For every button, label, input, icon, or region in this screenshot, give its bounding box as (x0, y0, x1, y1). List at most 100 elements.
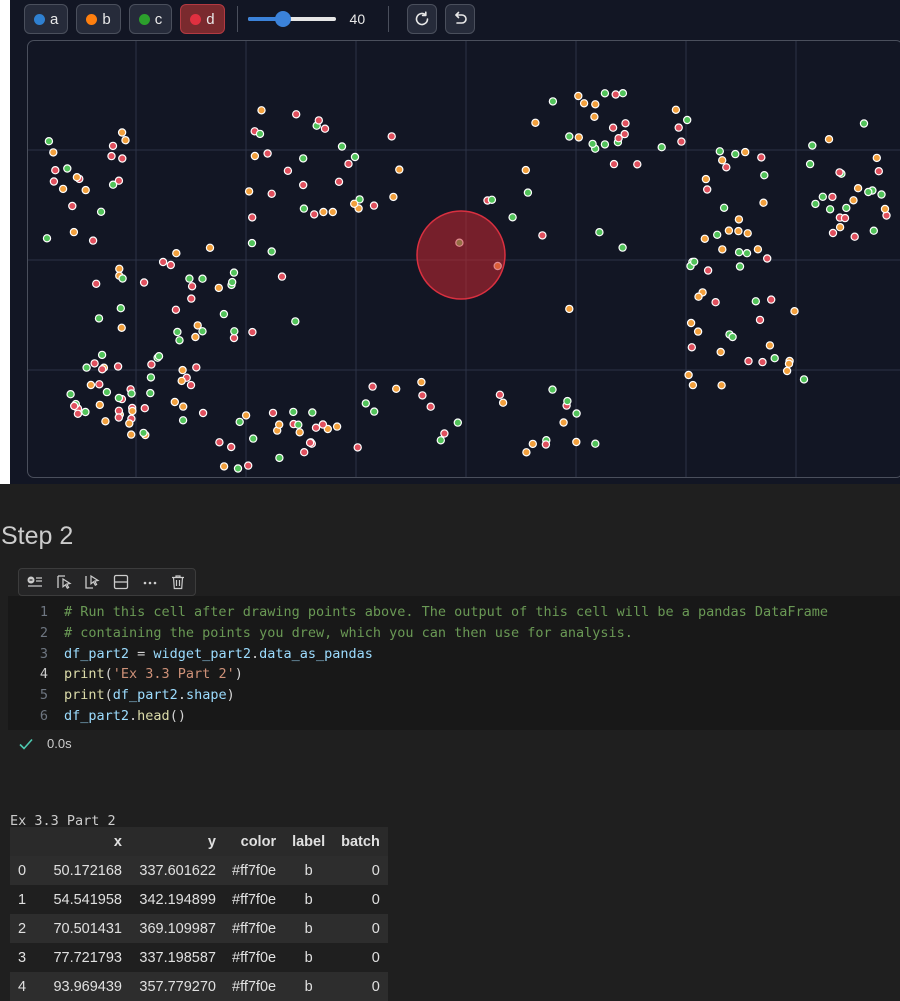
scatter-point (300, 448, 309, 457)
table-cell: 3 (18, 949, 27, 966)
scatter-point (175, 336, 184, 345)
run-by-line-icon[interactable] (23, 571, 47, 593)
scatter-point (522, 448, 531, 457)
execute-below-icon[interactable] (80, 571, 104, 593)
scatter-point (214, 283, 223, 293)
scatter-point (117, 323, 126, 332)
scatter-point (299, 180, 308, 190)
scatter-point (248, 434, 258, 443)
drawing-canvas[interactable] (27, 40, 900, 478)
split-cell-icon[interactable] (109, 571, 133, 593)
scatter-point (229, 268, 239, 277)
table-cell: 54.541958 (53, 891, 122, 908)
column-header: x (113, 833, 122, 850)
scatter-point (49, 148, 58, 157)
scatter-point (139, 278, 149, 287)
label-button-a[interactable]: a (24, 4, 69, 34)
scatter-point (108, 180, 118, 189)
scatter-point (528, 439, 537, 449)
scatter-point (370, 407, 379, 416)
scatter-point (715, 147, 725, 156)
scatter-point (595, 227, 604, 237)
table-row: 4 93.969439 357.779270 #ff7f0e b 0 (10, 972, 388, 1001)
scatter-point (417, 377, 426, 387)
scatter-point (292, 110, 301, 119)
reset-button[interactable] (406, 4, 437, 34)
scatter-point (178, 402, 188, 411)
code-editor[interactable]: 1 # Run this cell after drawing points ab… (8, 596, 900, 730)
scatter-point (244, 187, 254, 196)
scatter-point (97, 365, 107, 374)
scatter-point (63, 164, 72, 173)
scatter-point (618, 89, 628, 98)
scatter-point (498, 398, 508, 407)
code-token: ( (104, 666, 113, 683)
execute-above-icon[interactable] (52, 571, 76, 593)
scatter-point (69, 227, 79, 237)
scatter-point (418, 391, 427, 400)
scatter-point (426, 402, 435, 411)
scatter-point (767, 295, 776, 304)
label-button-text: b (102, 10, 111, 28)
scatter-point (158, 257, 168, 267)
scatter-point (320, 124, 330, 133)
scatter-plot[interactable] (28, 41, 900, 478)
label-button-text: a (50, 10, 59, 28)
scatter-point (191, 332, 200, 342)
label-button-b[interactable]: b (76, 4, 121, 34)
scatter-point (716, 347, 725, 357)
table-cell: b (304, 920, 313, 937)
scatter-point (559, 418, 568, 427)
label-color-dot (86, 13, 98, 25)
scatter-point (869, 226, 879, 235)
table-cell: 0 (371, 862, 380, 879)
brush-size-slider[interactable] (247, 9, 336, 29)
scatter-point (215, 438, 224, 447)
scatter-point (508, 213, 517, 222)
table-cell: 50.172168 (53, 862, 122, 879)
scatter-point (172, 248, 181, 258)
line-number: 1 (39, 604, 48, 620)
scatter-point (118, 274, 127, 283)
label-button-c[interactable]: c (128, 4, 173, 34)
more-icon[interactable] (138, 571, 162, 593)
table-cell: #ff7f0e (232, 978, 277, 995)
scatter-point (487, 195, 497, 204)
scatter-point (267, 189, 276, 198)
scatter-point (811, 199, 820, 209)
scatter-point (735, 262, 745, 271)
scatter-point (248, 327, 257, 337)
scatter-point (389, 192, 398, 202)
scatter-point (728, 332, 737, 342)
code-token: data_as_pandas (259, 645, 373, 662)
scatter-point (337, 142, 347, 151)
scatter-point (392, 384, 401, 393)
scatter-point (719, 203, 729, 212)
scatter-point (600, 140, 610, 149)
table-row: 3 77.721793 337.198587 #ff7f0e b 0 (10, 943, 388, 972)
scatter-point (818, 192, 828, 201)
label-button-text: d (206, 10, 215, 28)
scatter-point (118, 154, 127, 163)
label-color-dot (190, 13, 202, 25)
scatter-point (734, 247, 744, 257)
scatter-point (247, 213, 257, 222)
scatter-point (274, 420, 284, 429)
label-button-d[interactable]: d (180, 4, 225, 34)
scatter-point (741, 147, 750, 157)
code-text: # Run this cell after drawing points abo… (64, 602, 828, 623)
scatter-point (311, 423, 321, 432)
undo-button[interactable] (444, 4, 475, 34)
scatter-point (268, 408, 278, 418)
table-cell: b (304, 862, 313, 879)
scatter-point (701, 174, 711, 184)
scatter-point (760, 170, 769, 180)
scatter-point (565, 132, 574, 141)
scatter-point (243, 461, 253, 470)
code-text: df_part2 = widget_part2.data_as_pandas (64, 644, 373, 665)
slider-thumb[interactable] (274, 11, 291, 27)
table-cell: b (304, 949, 313, 966)
delete-icon[interactable] (166, 571, 190, 593)
scatter-point (147, 360, 156, 369)
code-token: widget_part2 (153, 645, 251, 662)
